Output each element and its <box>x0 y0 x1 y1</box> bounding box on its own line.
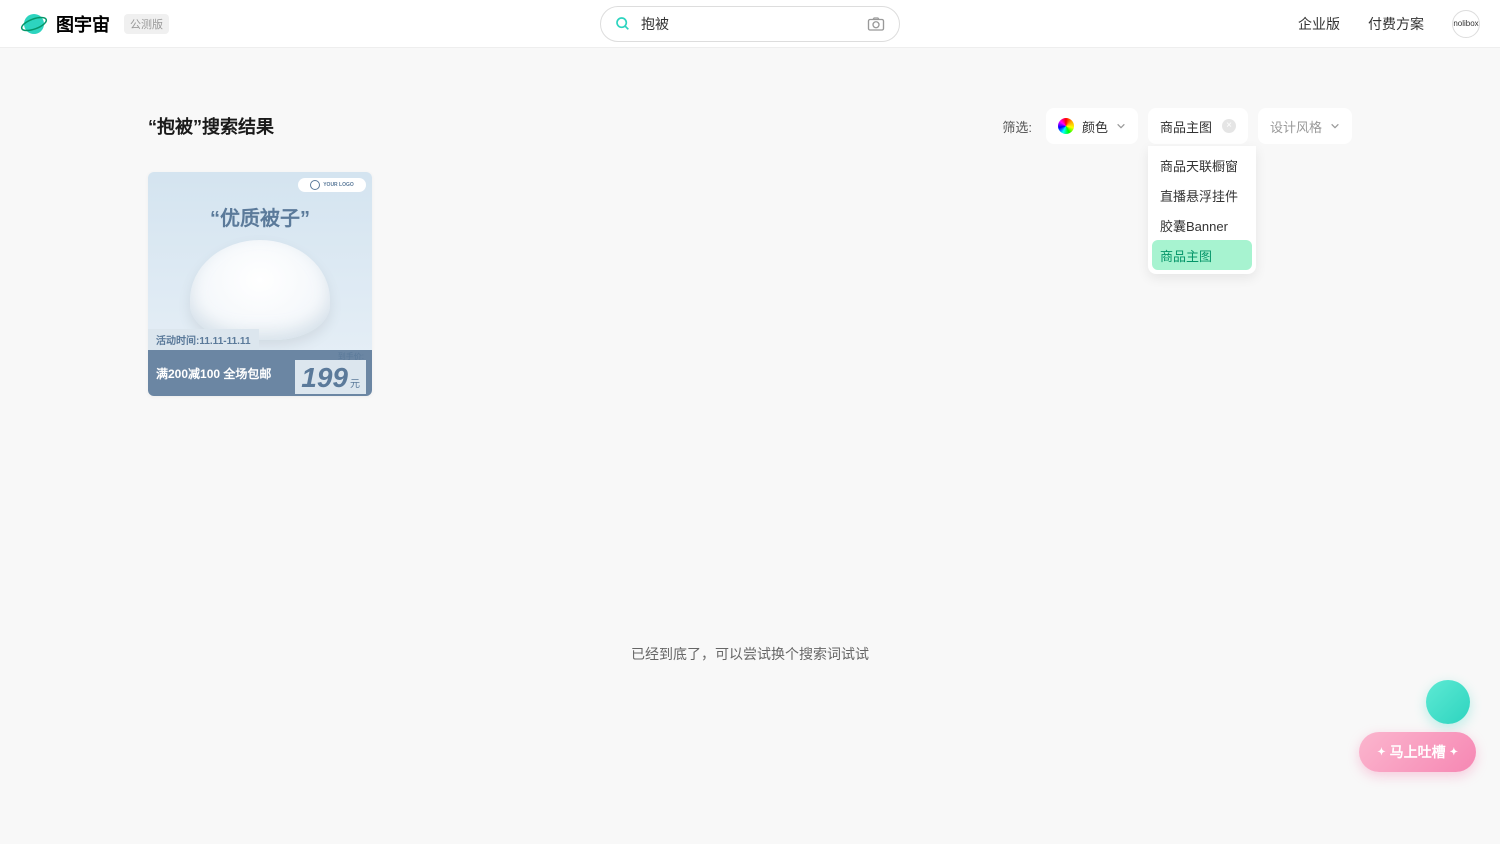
style-filter[interactable]: 设计风格 <box>1258 108 1352 144</box>
feedback-button[interactable]: ✦ 马上吐槽 ✦ <box>1359 732 1476 772</box>
camera-icon[interactable] <box>867 15 885 33</box>
sparkle-icon: ✦ <box>1450 747 1458 758</box>
title-row: “抱被”搜索结果 筛选: 颜色 商品主图 × 商品天联橱窗 直播悬浮挂件 胶囊B… <box>148 108 1352 144</box>
type-filter-text: 商品主图 <box>1160 117 1214 136</box>
type-dropdown: 商品天联橱窗 直播悬浮挂件 胶囊Banner 商品主图 <box>1148 146 1256 274</box>
logo-text: 图宇宙 <box>56 11 110 37</box>
sparkle-icon: ✦ <box>1377 747 1385 758</box>
help-button[interactable] <box>1426 680 1470 724</box>
header: 图宇宙 公测版 企业版 付费方案 nolibox <box>0 0 1500 48</box>
card-price-wrap: 199 元 <box>295 360 366 394</box>
content: “抱被”搜索结果 筛选: 颜色 商品主图 × 商品天联橱窗 直播悬浮挂件 胶囊B… <box>0 48 1500 396</box>
header-right: 企业版 付费方案 nolibox <box>1298 10 1480 38</box>
color-filter-text: 颜色 <box>1082 117 1108 136</box>
color-wheel-icon <box>1058 118 1074 134</box>
dropdown-item-2[interactable]: 直播悬浮挂件 <box>1152 180 1252 210</box>
filters: 筛选: 颜色 商品主图 × 商品天联橱窗 直播悬浮挂件 胶囊Banner 商品主… <box>1002 108 1352 144</box>
card-price-unit: 元 <box>350 375 360 390</box>
pricing-link[interactable]: 付费方案 <box>1368 14 1424 34</box>
enterprise-link[interactable]: 企业版 <box>1298 14 1340 34</box>
card-title: “优质被子” <box>148 202 372 231</box>
page-title: “抱被”搜索结果 <box>148 113 274 139</box>
clear-icon[interactable]: × <box>1222 119 1236 133</box>
chevron-down-icon <box>1330 121 1340 131</box>
logo[interactable]: 图宇宙 公测版 <box>20 10 169 38</box>
style-filter-text: 设计风格 <box>1270 117 1322 136</box>
dropdown-item-1[interactable]: 商品天联橱窗 <box>1152 150 1252 180</box>
logo-badge: 公测版 <box>124 14 169 34</box>
dropdown-item-4[interactable]: 商品主图 <box>1152 240 1252 270</box>
planet-icon <box>20 10 48 38</box>
card-time: 活动时间:11.11-11.11 <box>148 329 259 350</box>
product-image <box>190 240 330 340</box>
card-logo-badge: YOUR LOGO <box>298 178 366 192</box>
type-filter[interactable]: 商品主图 × <box>1148 108 1248 144</box>
chevron-down-icon <box>1116 121 1126 131</box>
search-input[interactable] <box>641 16 857 32</box>
search-bar[interactable] <box>600 6 900 42</box>
result-card[interactable]: YOUR LOGO “优质被子” 活动时间:11.11-11.11 满200减1… <box>148 172 372 396</box>
search-icon <box>615 16 631 32</box>
card-price: 199 <box>301 362 348 394</box>
end-of-results-text: 已经到底了，可以尝试换个搜索词试试 <box>0 644 1500 664</box>
feedback-label: 马上吐槽 <box>1390 742 1446 762</box>
color-filter[interactable]: 颜色 <box>1046 108 1138 144</box>
dropdown-item-3[interactable]: 胶囊Banner <box>1152 210 1252 240</box>
avatar[interactable]: nolibox <box>1452 10 1480 38</box>
filter-label: 筛选: <box>1002 117 1032 136</box>
